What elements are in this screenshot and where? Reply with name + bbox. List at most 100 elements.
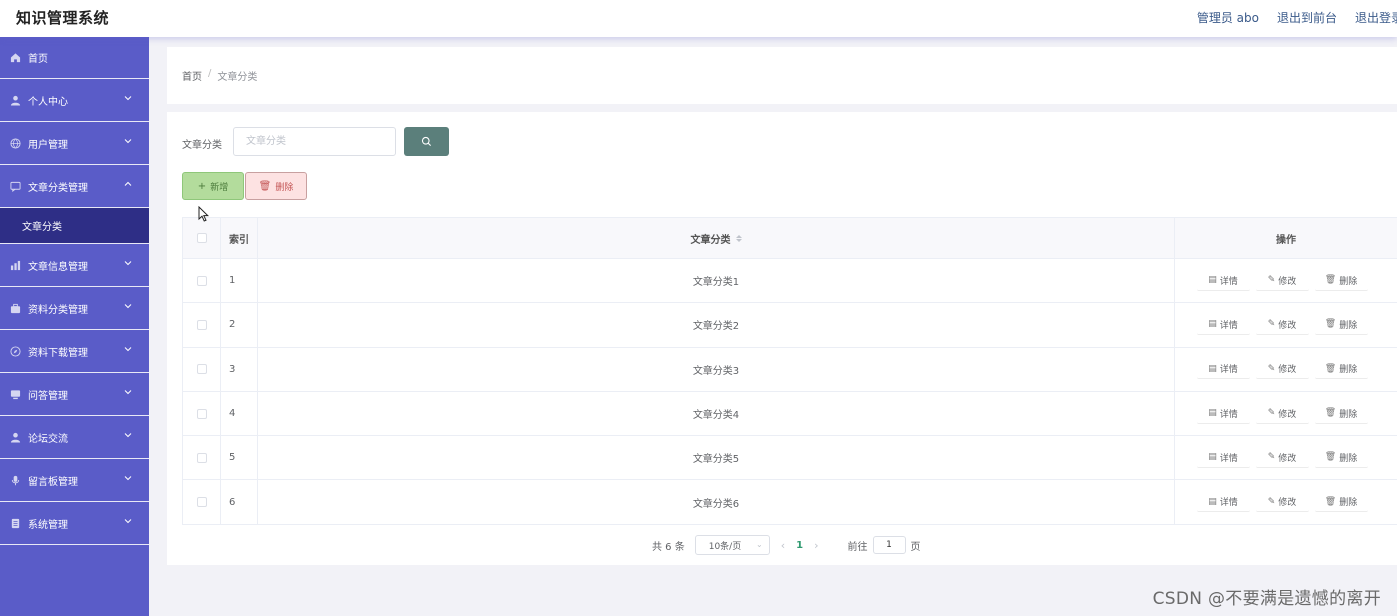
- sidebar-item-message-board[interactable]: 留言板管理: [0, 459, 149, 502]
- row-check-cell: [183, 259, 221, 303]
- pencil-icon: ✎: [1267, 452, 1276, 463]
- header-name-cell[interactable]: 文章分类: [258, 218, 1175, 258]
- chat-icon: [9, 180, 21, 192]
- row-name: 文章分类1: [258, 259, 1175, 303]
- next-page-icon[interactable]: ›: [814, 539, 818, 552]
- table-header: 索引 文章分类 操作: [183, 218, 1397, 259]
- chevron-up-icon: [124, 181, 132, 186]
- edit-button[interactable]: ✎ 修改: [1255, 492, 1309, 513]
- app-title: 知识管理系统: [16, 9, 110, 27]
- detail-button[interactable]: ▤ 详情: [1196, 492, 1250, 513]
- row-check-cell: [183, 436, 221, 480]
- edit-button[interactable]: ✎ 修改: [1255, 314, 1309, 335]
- delete-button[interactable]: 🗑 删除: [1314, 359, 1368, 380]
- chevron-down-icon: [124, 304, 132, 309]
- sidebar-item-article-category[interactable]: 文章分类管理: [0, 165, 149, 208]
- table-row: 2 文章分类2 ▤ 详情 ✎ 修改 🗑 删除: [183, 303, 1397, 348]
- sidebar-item-qa[interactable]: 问答管理: [0, 373, 149, 416]
- sidebar-item-label: 资料分类管理: [28, 304, 88, 316]
- add-button[interactable]: + 新增: [182, 172, 244, 200]
- pencil-icon: ✎: [1267, 496, 1276, 507]
- chevron-down-icon: [124, 476, 132, 481]
- row-ops: ▤ 详情 ✎ 修改 🗑 删除: [1175, 303, 1397, 346]
- delete-button[interactable]: 🗑 删除: [1314, 403, 1368, 424]
- row-checkbox[interactable]: [196, 364, 207, 375]
- sidebar-item-material-download[interactable]: 资料下载管理: [0, 330, 149, 373]
- detail-button[interactable]: ▤ 详情: [1196, 447, 1250, 468]
- edit-button[interactable]: ✎ 修改: [1255, 447, 1309, 468]
- delete-button-label: 删除: [275, 182, 294, 193]
- document-icon: ▤: [1208, 319, 1217, 330]
- sidebar-item-system[interactable]: 系统管理: [0, 502, 149, 545]
- table-row: 3 文章分类3 ▤ 详情 ✎ 修改 🗑 删除: [183, 347, 1397, 392]
- briefcase-icon: [9, 302, 21, 314]
- sidebar-item-material-category[interactable]: 资料分类管理: [0, 287, 149, 330]
- edit-button[interactable]: ✎ 修改: [1255, 403, 1309, 424]
- row-checkbox[interactable]: [196, 275, 207, 286]
- detail-button[interactable]: ▤ 详情: [1196, 403, 1250, 424]
- delete-label: 删除: [1339, 365, 1358, 376]
- document-icon: ▤: [1208, 408, 1217, 419]
- edit-label: 修改: [1278, 409, 1297, 420]
- sort-icon[interactable]: [735, 234, 742, 242]
- search-input[interactable]: [234, 128, 395, 155]
- detail-button[interactable]: ▤ 详情: [1196, 270, 1250, 291]
- sidebar-item-label: 资料下载管理: [28, 347, 88, 359]
- search-field[interactable]: [233, 127, 396, 156]
- trash-icon: 🗑: [1324, 452, 1337, 463]
- mic-icon: [9, 474, 21, 486]
- breadcrumb-home[interactable]: 首页: [182, 68, 202, 83]
- row-ops: ▤ 详情 ✎ 修改 🗑 删除: [1175, 480, 1397, 523]
- compass-icon: [9, 345, 21, 357]
- admin-user-link[interactable]: 管理员 abo: [1197, 9, 1259, 26]
- sidebar-subitem-article-category[interactable]: 文章分类: [0, 208, 149, 244]
- sidebar-item-label: 留言板管理: [28, 476, 78, 488]
- select-all-checkbox[interactable]: [196, 233, 207, 243]
- page-size-select[interactable]: 10条/页 ⌄: [694, 535, 770, 555]
- add-button-label: 新增: [210, 182, 229, 193]
- table-row: 4 文章分类4 ▤ 详情 ✎ 修改 🗑 删除: [183, 391, 1397, 437]
- prev-page-icon[interactable]: ‹: [781, 539, 785, 552]
- sidebar-item-personal[interactable]: 个人中心: [0, 79, 149, 122]
- edit-button[interactable]: ✎ 修改: [1255, 270, 1309, 291]
- exit-to-front-link[interactable]: 退出到前台: [1277, 9, 1337, 26]
- search-label: 文章分类: [182, 140, 222, 151]
- delete-button[interactable]: 🗑 删除: [1314, 314, 1368, 335]
- chevron-down-icon: [124, 519, 132, 524]
- header-index: 索引: [221, 218, 258, 258]
- sidebar-item-forum[interactable]: 论坛交流: [0, 416, 149, 459]
- sidebar: 首页 个人中心 用户管理 文章分类管理 文章分类 文章信息管理 资料分类管理 资…: [0, 37, 149, 616]
- pagination-total: 共 6 条: [652, 541, 685, 553]
- row-checkbox[interactable]: [196, 497, 207, 508]
- sidebar-item-label: 文章信息管理: [28, 261, 88, 273]
- document-icon: ▤: [1208, 275, 1217, 286]
- goto-page-input[interactable]: 1: [872, 536, 906, 554]
- edit-button[interactable]: ✎ 修改: [1255, 359, 1309, 380]
- row-checkbox[interactable]: [196, 452, 207, 463]
- edit-label: 修改: [1278, 453, 1297, 464]
- sidebar-item-label: 论坛交流: [28, 433, 68, 445]
- detail-button[interactable]: ▤ 详情: [1196, 314, 1250, 335]
- row-checkbox[interactable]: [196, 408, 207, 419]
- row-ops: ▤ 详情 ✎ 修改 🗑 删除: [1175, 259, 1397, 302]
- batch-delete-button[interactable]: 🗑 删除: [245, 172, 307, 200]
- sidebar-item-users[interactable]: 用户管理: [0, 122, 149, 165]
- delete-button[interactable]: 🗑 删除: [1314, 270, 1368, 291]
- detail-button[interactable]: ▤ 详情: [1196, 359, 1250, 380]
- trash-icon: 🗑: [258, 180, 272, 192]
- sidebar-item-article-info[interactable]: 文章信息管理: [0, 244, 149, 287]
- current-page[interactable]: 1: [796, 540, 803, 551]
- sidebar-item-home[interactable]: 首页: [0, 37, 149, 79]
- delete-button[interactable]: 🗑 删除: [1314, 447, 1368, 468]
- sidebar-item-label: 问答管理: [28, 390, 68, 402]
- detail-label: 详情: [1219, 453, 1238, 464]
- breadcrumb: 首页 / 文章分类: [182, 68, 257, 83]
- search-button[interactable]: [404, 127, 449, 156]
- row-ops: ▤ 详情 ✎ 修改 🗑 删除: [1175, 348, 1397, 391]
- logout-link[interactable]: 退出登录: [1355, 9, 1397, 26]
- delete-button[interactable]: 🗑 删除: [1314, 492, 1368, 513]
- row-index: 4: [221, 391, 258, 436]
- row-checkbox[interactable]: [196, 319, 207, 330]
- pagination: 共 6 条 10条/页 ⌄ ‹ 1 › 前往 1 页: [652, 535, 921, 555]
- globe-icon: [9, 137, 21, 149]
